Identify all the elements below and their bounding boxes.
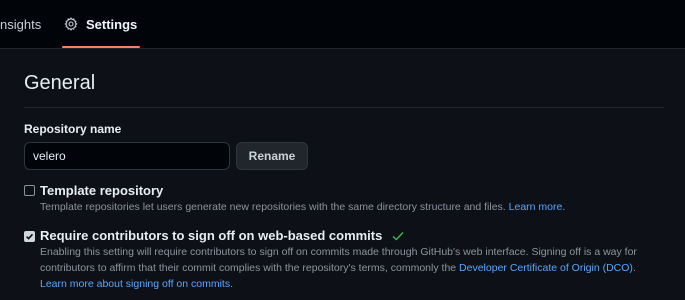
dco-suffix: . [632, 262, 636, 274]
repo-nav-bar: nsights Settings [0, 0, 685, 49]
repository-name-input[interactable] [24, 142, 230, 170]
tab-insights[interactable]: nsights [0, 0, 41, 48]
template-learn-more-link[interactable]: Learn more. [509, 201, 566, 213]
signoff-option-title: Require contributors to sign off on web-… [40, 228, 404, 244]
signoff-learn-more-link[interactable]: Learn more about signing off on commits. [40, 278, 233, 290]
dco-link[interactable]: Developer Certificate of Origin (DCO) [459, 262, 633, 274]
saved-check-icon [392, 229, 404, 244]
template-description-text: Template repositories let users generate… [40, 201, 506, 213]
active-tab-indicator [62, 46, 140, 48]
template-repository-title: Template repository [40, 183, 164, 198]
signoff-description-line2: contributors to affirm that their commit… [40, 260, 670, 276]
gear-icon [64, 17, 78, 31]
signoff-description: Enabling this setting will require contr… [40, 244, 670, 292]
checkbox-check-icon [26, 233, 34, 240]
tab-insights-label: nsights [0, 16, 42, 32]
page-title: General [24, 72, 96, 94]
signoff-description-line1: Enabling this setting will require contr… [40, 246, 637, 258]
template-repository-checkbox[interactable] [24, 185, 35, 196]
signoff-checkbox[interactable] [24, 231, 35, 242]
template-repository-description: Template repositories let users generate… [40, 199, 565, 215]
title-divider [24, 107, 664, 108]
rename-button[interactable]: Rename [236, 142, 308, 170]
signoff-description-text: contributors to affirm that their commit… [40, 262, 457, 274]
repository-name-label: Repository name [24, 122, 122, 136]
tab-settings-label: Settings [86, 16, 138, 32]
tab-settings[interactable]: Settings [64, 0, 137, 48]
signoff-title-text: Require contributors to sign off on web-… [40, 228, 383, 243]
